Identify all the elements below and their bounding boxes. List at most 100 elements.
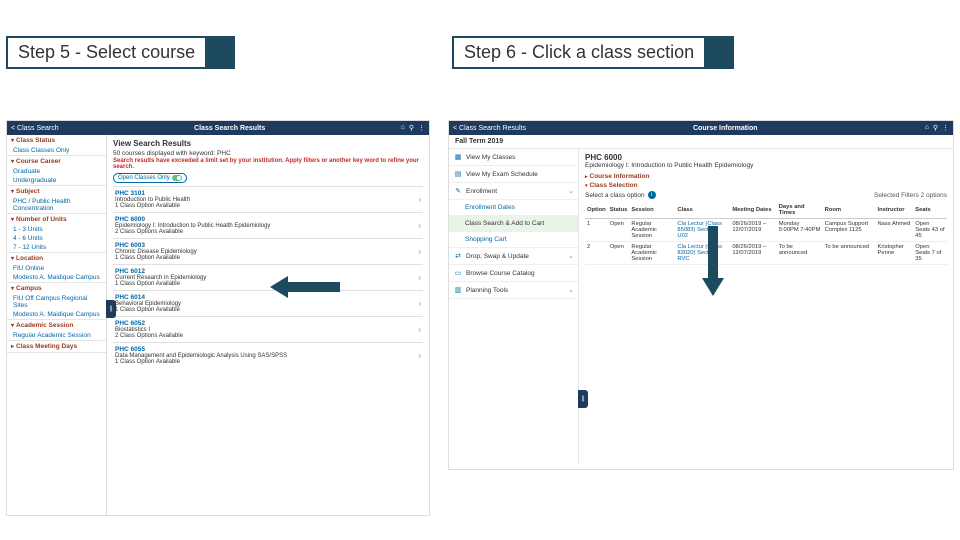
- col-header: Room: [823, 202, 876, 219]
- arrow-left-icon: [270, 276, 340, 298]
- step6-nav: ▦View My Classes ▤View My Exam Schedule …: [449, 149, 579, 465]
- nav-browse[interactable]: ▭Browse Course Catalog: [449, 265, 578, 282]
- home-icon[interactable]: ⌂: [401, 124, 405, 132]
- filter-location[interactable]: Location: [7, 253, 106, 264]
- step6-topbar: < Class Search Results Course Informatio…: [449, 121, 953, 135]
- home-icon[interactable]: ⌂: [925, 124, 929, 132]
- topbar-icons: ⌂ ⚲ ⋮: [925, 124, 949, 132]
- filter-item[interactable]: Graduate: [7, 167, 106, 176]
- filter-item[interactable]: Regular Academic Session: [7, 331, 106, 340]
- step6-panel: < Class Search Results Course Informatio…: [448, 120, 954, 470]
- filter-subject[interactable]: Subject: [7, 186, 106, 197]
- cell-room: Campus Support Complex 1125: [823, 219, 876, 242]
- step5-panel: < Class Search Class Search Results ⌂ ⚲ …: [6, 120, 430, 516]
- select-prompt: Select a class option: [585, 192, 645, 199]
- course-avail: 1 Class Option Available: [115, 255, 418, 261]
- course-list: PHC 3101Introduction to Public Health1 C…: [113, 186, 423, 368]
- course-row[interactable]: PHC 6055Data Management and Epidemiologi…: [113, 342, 423, 368]
- chevron-right-icon: ›: [418, 195, 421, 204]
- back-link[interactable]: < Class Search: [11, 125, 59, 132]
- filter-campus[interactable]: Campus: [7, 283, 106, 294]
- cell-status: Open: [608, 219, 630, 242]
- nav-drop-swap[interactable]: ⇄Drop, Swap & Update: [449, 248, 578, 265]
- filter-item[interactable]: 7 - 12 Units: [7, 243, 106, 252]
- course-row[interactable]: PHC 6052Biostatistics I2 Class Options A…: [113, 316, 423, 342]
- course-avail: 1 Class Option Available: [115, 281, 418, 287]
- planning-icon: ▥: [453, 285, 463, 295]
- results-heading: View Search Results: [113, 139, 423, 148]
- sidebar-collapse-handle[interactable]: ||: [578, 390, 588, 408]
- cell-seats: Open Seats 7 of 35: [913, 242, 947, 265]
- filter-item[interactable]: Undergraduate: [7, 176, 106, 185]
- filter-item[interactable]: FIU Off Campus Regional Sites: [7, 294, 106, 310]
- topbar-title: Course Information: [526, 125, 925, 132]
- filter-class-status[interactable]: Class Status: [7, 135, 106, 146]
- nav-view-exam[interactable]: ▤View My Exam Schedule: [449, 166, 578, 183]
- col-header: Instructor: [875, 202, 913, 219]
- menu-icon[interactable]: ⋮: [942, 124, 949, 132]
- cell-times: To be announced: [777, 242, 823, 265]
- schedule-icon: ▤: [453, 169, 463, 179]
- course-row[interactable]: PHC 3101Introduction to Public Health1 C…: [113, 186, 423, 212]
- filter-units[interactable]: Number of Units: [7, 214, 106, 225]
- calendar-icon: ▦: [453, 152, 463, 162]
- step5-topbar: < Class Search Class Search Results ⌂ ⚲ …: [7, 121, 429, 135]
- course-code: PHC 6055: [115, 346, 418, 353]
- course-row[interactable]: PHC 6012Current Research in Epidemiology…: [113, 264, 423, 290]
- toggle-label: Open Classes Only: [118, 175, 170, 181]
- arrow-down-icon: [702, 226, 724, 296]
- nav-planning[interactable]: ▥Planning Tools: [449, 282, 578, 299]
- filter-item[interactable]: Modesto A. Maidique Campus: [7, 273, 106, 282]
- back-link[interactable]: < Class Search Results: [453, 125, 526, 132]
- nav-view-classes[interactable]: ▦View My Classes: [449, 149, 578, 166]
- info-icon[interactable]: i: [648, 191, 656, 199]
- swap-icon: ⇄: [453, 251, 463, 261]
- section-row[interactable]: 1OpenRegular Academic SessionCla Lectur …: [585, 219, 947, 242]
- catalog-icon: ▭: [453, 268, 463, 278]
- course-row[interactable]: PHC 6003Chronic Disease Epidemiology1 Cl…: [113, 238, 423, 264]
- course-code: PHC 6003: [115, 242, 418, 249]
- filter-item[interactable]: PHC / Public Health Concentration: [7, 197, 106, 213]
- course-avail: 2 Class Options Available: [115, 229, 418, 235]
- nav-enrollment[interactable]: ✎Enrollment: [449, 183, 578, 200]
- filter-item[interactable]: 4 - 6 Units: [7, 234, 106, 243]
- filter-session[interactable]: Academic Session: [7, 320, 106, 331]
- course-code: PHC 3101: [115, 190, 418, 197]
- menu-icon[interactable]: ⋮: [418, 124, 425, 132]
- chevron-right-icon: ›: [418, 221, 421, 230]
- filter-sidebar: Class Status Class Classes Only Course C…: [7, 135, 107, 515]
- course-code: PHC 6000: [115, 216, 418, 223]
- col-header: Status: [608, 202, 630, 219]
- class-selection-head[interactable]: Class Selection: [585, 182, 947, 189]
- chevron-right-icon: ›: [418, 325, 421, 334]
- col-header: Session: [629, 202, 675, 219]
- cell-session: Regular Academic Session: [629, 219, 675, 242]
- filter-course-career[interactable]: Course Career: [7, 156, 106, 167]
- open-only-toggle[interactable]: Open Classes Only: [113, 173, 187, 183]
- search-icon[interactable]: ⚲: [933, 124, 938, 132]
- nav-enroll-dates[interactable]: Enrollment Dates: [449, 200, 578, 216]
- step6-label: Step 6 - Click a class section: [452, 36, 792, 69]
- nav-cart[interactable]: Shopping Cart: [449, 232, 578, 248]
- sidebar-collapse-handle[interactable]: ||: [106, 300, 116, 318]
- chevron-right-icon: ›: [418, 351, 421, 360]
- step6-accent: [704, 36, 734, 69]
- filter-item[interactable]: FIU Online: [7, 264, 106, 273]
- filter-item[interactable]: Modesto A. Maidique Campus: [7, 310, 106, 319]
- course-title: Epidemiology I: Introduction to Public H…: [585, 162, 947, 169]
- nav-search-add[interactable]: Class Search & Add to Cart: [449, 216, 578, 232]
- course-row[interactable]: PHC 6000Epidemiology I: Introduction to …: [113, 212, 423, 238]
- course-code: PHC 6012: [115, 268, 418, 275]
- col-header: Days and Times: [777, 202, 823, 219]
- search-icon[interactable]: ⚲: [409, 124, 414, 132]
- cell-status: Open: [608, 242, 630, 265]
- course-row[interactable]: PHC 6014Behavioral Epidemiology1 Class O…: [113, 290, 423, 316]
- course-code: PHC 6052: [115, 320, 418, 327]
- filter-days[interactable]: Class Meeting Days: [7, 341, 106, 352]
- section-row[interactable]: 2OpenRegular Academic SessionCla Lectur …: [585, 242, 947, 265]
- course-info-head[interactable]: Course Information: [585, 173, 947, 180]
- filter-item[interactable]: 1 - 3 Units: [7, 225, 106, 234]
- cell-option: 1: [585, 219, 608, 242]
- cell-dates: 08/26/2019 – 12/07/2019: [730, 219, 776, 242]
- filter-item[interactable]: Class Classes Only: [7, 146, 106, 155]
